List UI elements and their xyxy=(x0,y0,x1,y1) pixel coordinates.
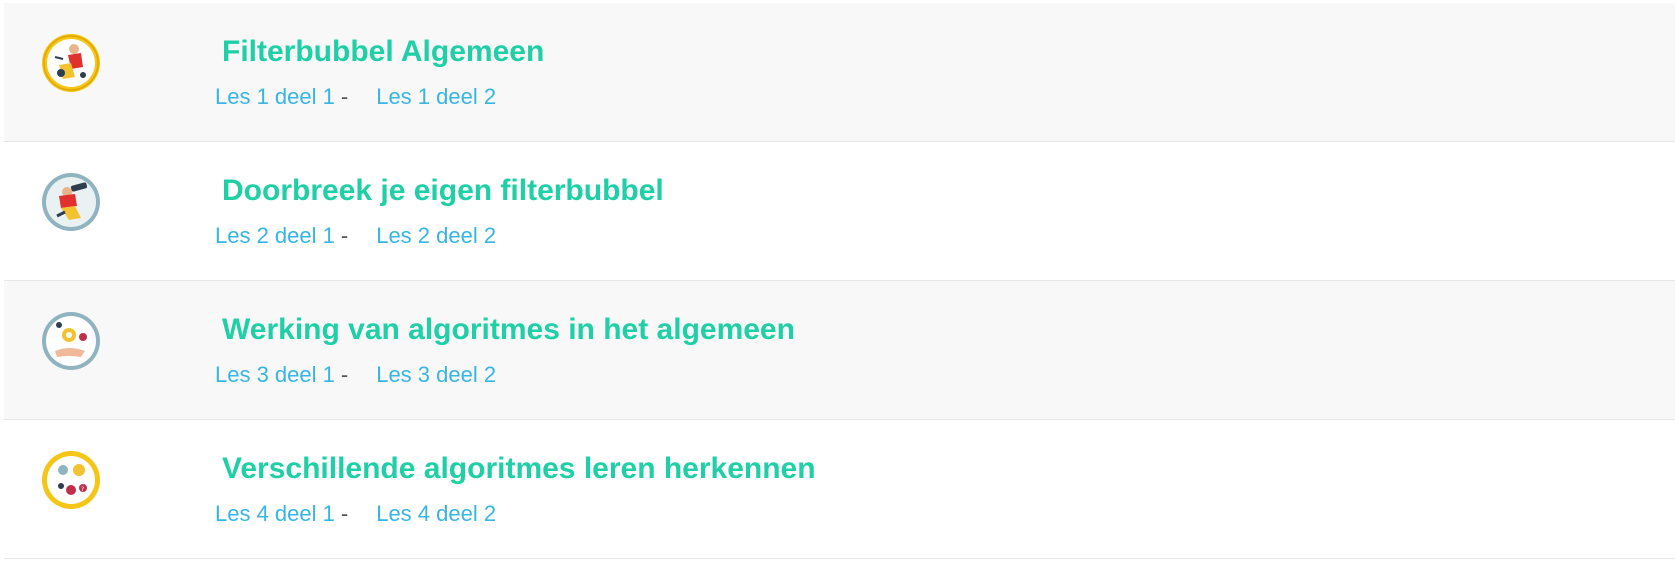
person-telescope-icon xyxy=(41,172,101,232)
link-separator: - xyxy=(340,84,349,109)
lesson-part-2-link[interactable]: Les 4 deel 2 xyxy=(376,501,496,526)
lesson-title[interactable]: Werking van algoritmes in het algemeen xyxy=(222,313,795,347)
lesson-part-2-link[interactable]: Les 1 deel 2 xyxy=(376,84,496,109)
algorithm-symbols-icon: ? xyxy=(41,450,101,510)
lesson-part-2-link[interactable]: Les 2 deel 2 xyxy=(376,223,496,248)
link-separator: - xyxy=(340,362,349,387)
lesson-part-1-link[interactable]: Les 3 deel 1 xyxy=(215,362,335,387)
link-separator: - xyxy=(340,223,349,248)
lesson-row-4: ? Verschillende algoritmes leren herkenn… xyxy=(4,420,1675,559)
hand-gears-icon xyxy=(41,311,101,371)
lesson-links: Les 1 deel 1- Les 1 deel 2 xyxy=(215,84,496,110)
link-separator: - xyxy=(340,501,349,526)
lesson-part-1-link[interactable]: Les 1 deel 1 xyxy=(215,84,335,109)
lesson-title[interactable]: Filterbubbel Algemeen xyxy=(222,35,544,69)
lesson-part-1-link[interactable]: Les 2 deel 1 xyxy=(215,223,335,248)
lesson-part-2-link[interactable]: Les 3 deel 2 xyxy=(376,362,496,387)
lesson-row-2: Doorbreek je eigen filterbubbel Les 2 de… xyxy=(4,142,1675,281)
lesson-links: Les 3 deel 1- Les 3 deel 2 xyxy=(215,362,496,388)
svg-text:?: ? xyxy=(81,486,84,493)
lesson-list: Filterbubbel Algemeen Les 1 deel 1- Les 1… xyxy=(4,3,1675,559)
lesson-title[interactable]: Verschillende algoritmes leren herkennen xyxy=(222,452,816,486)
lesson-row-3: Werking van algoritmes in het algemeen L… xyxy=(4,281,1675,420)
person-searching-icon xyxy=(41,33,101,93)
lesson-links: Les 2 deel 1- Les 2 deel 2 xyxy=(215,223,496,249)
lesson-title[interactable]: Doorbreek je eigen filterbubbel xyxy=(222,174,664,208)
lesson-row-1: Filterbubbel Algemeen Les 1 deel 1- Les 1… xyxy=(4,3,1675,142)
lesson-links: Les 4 deel 1- Les 4 deel 2 xyxy=(215,501,496,527)
lesson-part-1-link[interactable]: Les 4 deel 1 xyxy=(215,501,335,526)
